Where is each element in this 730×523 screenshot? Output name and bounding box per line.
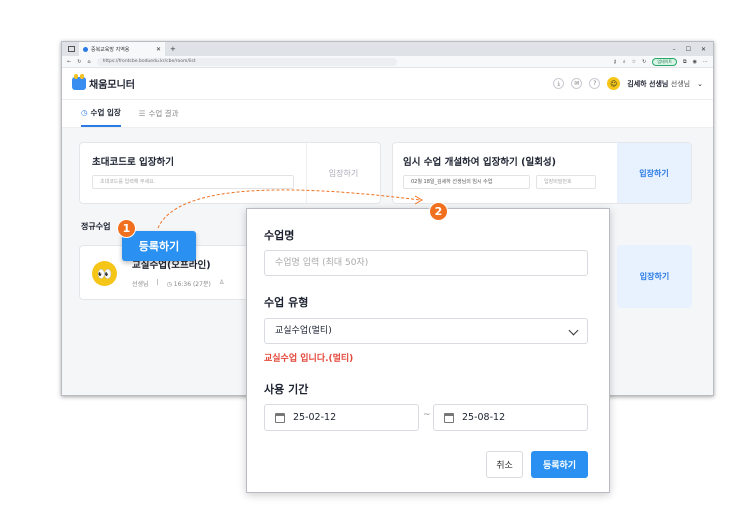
- calendar-icon: [275, 412, 285, 423]
- class-name-input[interactable]: 수업명 입력 (최대 50자): [264, 250, 588, 276]
- chevron-down-icon[interactable]: ⌄: [697, 80, 703, 88]
- download-icon[interactable]: ⤓: [553, 78, 565, 89]
- window-controls: – ☐ ✕: [673, 46, 713, 53]
- tab-title: 중복교육방 지역용: [91, 46, 130, 53]
- user-icon: ♙: [218, 279, 225, 286]
- new-tab-icon[interactable]: +: [170, 45, 176, 53]
- class-name-label: 수업명: [264, 229, 295, 242]
- class-type-select[interactable]: 교실수업(멀티): [264, 318, 588, 344]
- clock-icon: ◷: [166, 281, 172, 288]
- end-date-input[interactable]: 25-08-12: [433, 404, 588, 431]
- home-icon[interactable]: ⌂: [87, 59, 90, 65]
- register-button[interactable]: 등록하기: [531, 451, 588, 478]
- sync-icon[interactable]: ↻: [642, 59, 646, 65]
- chevron-down-icon: [568, 325, 579, 336]
- temp-class-password-input[interactable]: 입장비밀번호: [536, 175, 596, 189]
- message-icon[interactable]: ✉: [571, 78, 583, 89]
- address-bar: ← ↻ ⌂ https://frontcbe.boduedu.kr/cbe/ro…: [62, 56, 713, 68]
- back-icon[interactable]: ←: [67, 59, 71, 65]
- start-date-input[interactable]: 25-02-12: [264, 404, 419, 431]
- user-avatar[interactable]: ☺: [607, 77, 621, 90]
- invite-code-title: 초대코드로 입장하기: [92, 157, 174, 168]
- key-icon[interactable]: ⚷: [613, 59, 617, 65]
- step-badge-1: 1: [117, 219, 136, 238]
- tab-class-enter[interactable]: ◷ 수업 입장: [81, 100, 121, 127]
- class-meta: 선생님 | ◷ 16:36 (27분) ♙: [132, 279, 224, 288]
- browser-tab[interactable]: 중복교육방 지역용 ✕: [79, 42, 165, 56]
- logo-icon: [72, 74, 86, 90]
- app-logo[interactable]: 채움모니터: [72, 74, 135, 91]
- browser-titlebar: 중복교육방 지역용 ✕ + – ☐ ✕: [62, 42, 713, 56]
- invite-enter-button[interactable]: 입장하기: [306, 143, 380, 203]
- clock-icon: ◷: [81, 108, 88, 117]
- temp-enter-button[interactable]: 입장하기: [617, 143, 691, 203]
- calendar-icon: [444, 412, 454, 423]
- minimize-icon[interactable]: –: [673, 46, 676, 53]
- page-tabs: ◷ 수업 입장 ☰ 수업 결과: [62, 100, 713, 128]
- temp-class-card: 임시 수업 개설하여 입장하기 (일회성) 02월 18일_김세하 선생님의 임…: [392, 142, 692, 204]
- usage-period-label: 사용 기간: [264, 383, 309, 396]
- regular-class-label: 정규수업: [81, 222, 111, 231]
- tab-favicon-icon: [83, 46, 88, 52]
- list-icon: ☰: [138, 109, 146, 118]
- logo-text: 채움모니터: [89, 80, 135, 91]
- maximize-icon[interactable]: ☐: [686, 46, 691, 53]
- class-type-message: 교실수업 입니다.(멀티): [264, 354, 354, 364]
- workspace-icon[interactable]: [68, 46, 75, 52]
- class-type-value: 교실수업(멀티): [275, 326, 332, 336]
- temp-class-name-input[interactable]: 02월 18일_김세하 선생님의 임시 수업: [403, 175, 530, 189]
- address-bar-icons: ⚷ ⌕ ☆ ↻ 업데이트 ⧉ ◉ ⋯: [613, 57, 708, 66]
- class-type-label: 수업 유형: [264, 296, 309, 309]
- help-icon[interactable]: ?: [589, 78, 601, 89]
- tab-close-icon[interactable]: ✕: [156, 46, 161, 53]
- header-actions: ⤓ ✉ ? ☺ 김세하 선생님 선생님 ⌄: [553, 77, 703, 90]
- refresh-icon[interactable]: ↻: [77, 59, 81, 65]
- class-enter-button[interactable]: 입장하기: [617, 245, 692, 308]
- temp-class-title: 임시 수업 개설하여 입장하기 (일회성): [403, 157, 557, 168]
- more-icon[interactable]: ⋯: [703, 59, 708, 65]
- user-name[interactable]: 김세하 선생님 선생님: [627, 79, 690, 89]
- class-avatar-icon: 👀: [92, 261, 117, 286]
- date-separator: ~: [423, 410, 431, 420]
- class-time: ◷ 16:36 (27분): [166, 281, 211, 288]
- zoom-icon[interactable]: ⌕: [623, 59, 626, 65]
- extension-icon[interactable]: ⧉: [683, 59, 687, 65]
- favorite-icon[interactable]: ☆: [632, 59, 636, 65]
- divider: |: [156, 279, 159, 286]
- tab-class-result[interactable]: ☰ 수업 결과: [139, 100, 179, 127]
- update-pill[interactable]: 업데이트: [652, 57, 678, 66]
- step-badge-2: 2: [429, 202, 448, 221]
- stage: 중복교육방 지역용 ✕ + – ☐ ✕ ← ↻ ⌂ https://frontc…: [0, 0, 730, 523]
- register-button-highlight[interactable]: 등록하기: [122, 231, 196, 261]
- cancel-button[interactable]: 취소: [486, 451, 523, 478]
- url-field[interactable]: https://frontcbe.boduedu.kr/cbe/room/lis…: [96, 57, 397, 66]
- app-header: 채움모니터 ⤓ ✉ ? ☺ 김세하 선생님 선생님 ⌄: [62, 68, 713, 100]
- close-window-icon[interactable]: ✕: [701, 46, 706, 53]
- invite-code-card: 초대코드로 입장하기 초대코드를 입력해 주세요. 입장하기: [79, 142, 381, 204]
- profile-icon[interactable]: ◉: [693, 59, 697, 65]
- invite-code-input[interactable]: 초대코드를 입력해 주세요.: [92, 175, 294, 189]
- register-modal: 수업명 수업명 입력 (최대 50자) 수업 유형 교실수업(멀티) 교실수업 …: [246, 208, 610, 493]
- class-teacher: 선생님: [132, 281, 149, 288]
